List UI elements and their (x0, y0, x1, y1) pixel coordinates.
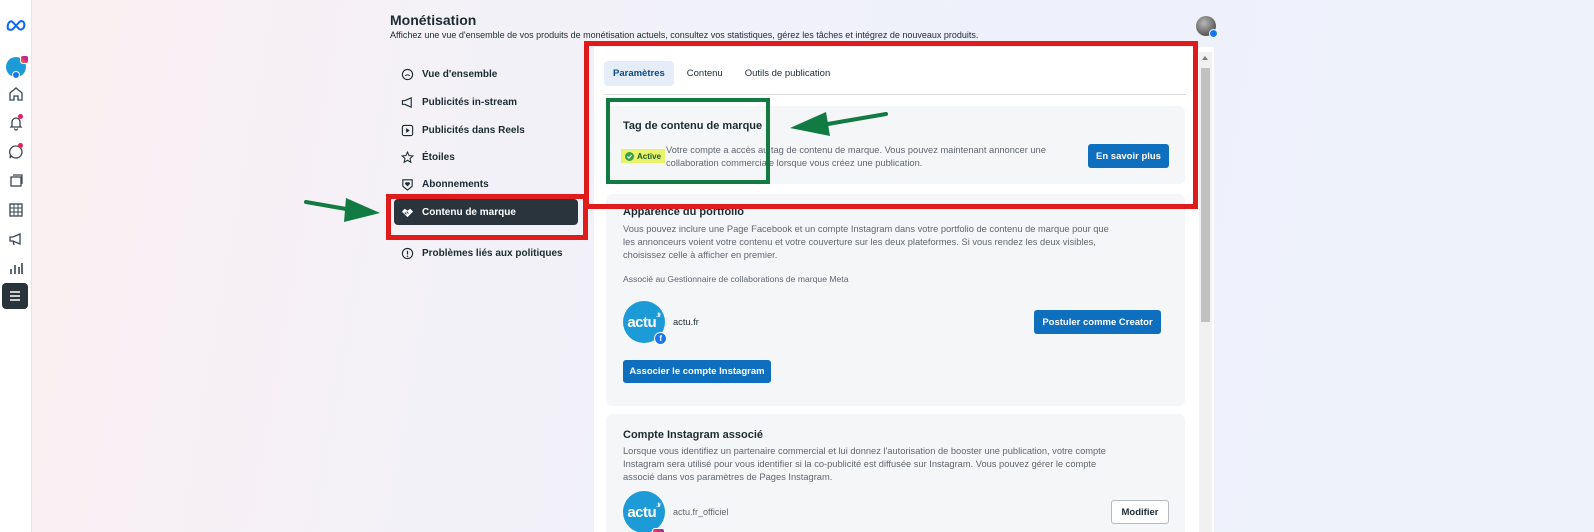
instagram-title: Compte Instagram associé (623, 429, 763, 441)
page-subtitle: Affichez une vue d'ensemble de vos produ… (390, 30, 979, 40)
instagram-text-2: Instagram sera utilisé pour vous identif… (623, 459, 1097, 469)
message-dot (18, 143, 23, 148)
ads-icon[interactable] (4, 227, 28, 251)
facebook-badge-icon (1209, 29, 1218, 38)
messages-icon[interactable] (4, 140, 28, 164)
scrollbar-thumb[interactable] (1201, 68, 1210, 322)
facebook-badge-icon: f (654, 332, 667, 345)
nav-label: Abonnements (422, 178, 489, 190)
portfolio-text-2: les annonceurs voient votre contenu et v… (623, 237, 1096, 247)
nav-item-stars[interactable]: Étoiles (394, 144, 578, 170)
meta-logo-icon[interactable] (4, 13, 28, 37)
instagram-text-1: Lorsque vous identifiez un partenaire co… (623, 446, 1106, 456)
content-icon[interactable] (4, 169, 28, 193)
logo-suffix: .fr (656, 313, 661, 319)
alert-circle-icon (400, 246, 414, 260)
nav-label: Publicités in-stream (422, 96, 518, 108)
scroll-up-icon[interactable] (1202, 56, 1208, 60)
megaphone-icon (400, 95, 414, 109)
logo-text: actu (627, 503, 657, 521)
annotation-arrow-left (790, 112, 888, 136)
instagram-text-3: associé dans vos paramètres de Pages Ins… (623, 472, 833, 482)
associated-text: Associé au Gestionnaire de collaboration… (623, 274, 849, 284)
portfolio-text-3: choisissez celle à afficher en premier. (623, 250, 778, 260)
annotation-arrow-right (304, 198, 380, 222)
edit-button[interactable]: Modifier (1111, 500, 1169, 524)
nav-item-instream-ads[interactable]: Publicités in-stream (394, 89, 578, 115)
logo-suffix: .fr (656, 503, 661, 509)
account-avatar[interactable] (4, 55, 29, 79)
page-name: actu.fr (673, 317, 699, 327)
portfolio-card: Apparence du portfolio Vous pouvez inclu… (606, 194, 1185, 406)
planner-icon[interactable] (4, 198, 28, 222)
instagram-card: Compte Instagram associé Lorsque vous id… (606, 414, 1185, 532)
nav-label: Vue d'ensemble (422, 68, 498, 80)
menu-icon[interactable] (2, 283, 28, 309)
portfolio-text-1: Vous pouvez inclure une Page Facebook et… (623, 224, 1109, 234)
insights-icon[interactable] (4, 256, 28, 280)
notifications-icon[interactable] (4, 111, 28, 135)
profile-avatar[interactable] (1196, 16, 1218, 38)
nav-label: Publicités dans Reels (422, 124, 525, 136)
overview-icon (400, 67, 414, 81)
heart-badge-icon (400, 177, 414, 191)
nav-label: Problèmes liés aux politiques (422, 247, 563, 259)
scrollbar[interactable] (1199, 52, 1212, 532)
instagram-logo: actu .fr (623, 491, 665, 532)
reels-icon (400, 123, 414, 137)
page-title: Monétisation (390, 12, 477, 28)
apply-creator-button[interactable]: Postuler comme Creator (1034, 310, 1161, 334)
left-rail (0, 0, 32, 532)
notification-dot (18, 114, 23, 119)
nav-label: Étoiles (422, 151, 455, 163)
link-instagram-button[interactable]: Associer le compte Instagram (623, 360, 771, 383)
nav-item-reels-ads[interactable]: Publicités dans Reels (394, 117, 578, 143)
page-logo: actu .fr f (623, 301, 667, 345)
logo-text: actu (627, 313, 657, 331)
annotation-green-box (606, 98, 770, 184)
home-icon[interactable] (4, 82, 28, 106)
star-icon (400, 150, 414, 164)
instagram-account-name: actu.fr_officiel (673, 507, 729, 517)
instagram-badge-icon (652, 528, 665, 532)
nav-item-overview[interactable]: Vue d'ensemble (394, 61, 578, 87)
nav-item-policy-issues[interactable]: Problèmes liés aux politiques (394, 240, 578, 266)
annotation-red-box-nav (386, 194, 588, 240)
